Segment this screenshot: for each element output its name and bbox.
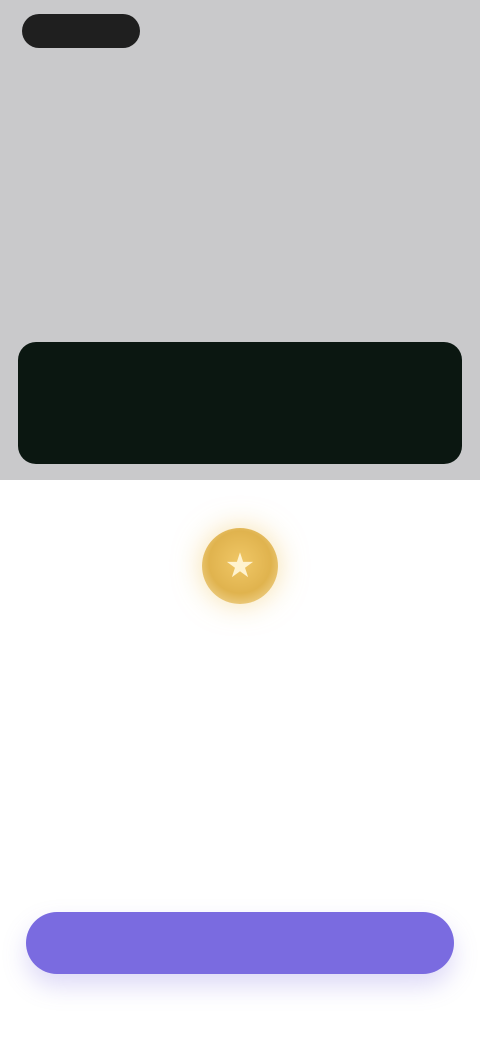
- medal-icon: [202, 528, 278, 604]
- top-right-link[interactable]: [368, 18, 458, 44]
- primary-cta-button[interactable]: [26, 912, 454, 974]
- dark-card-button[interactable]: [18, 342, 462, 464]
- top-section: [0, 0, 480, 480]
- app-logo[interactable]: [22, 14, 140, 48]
